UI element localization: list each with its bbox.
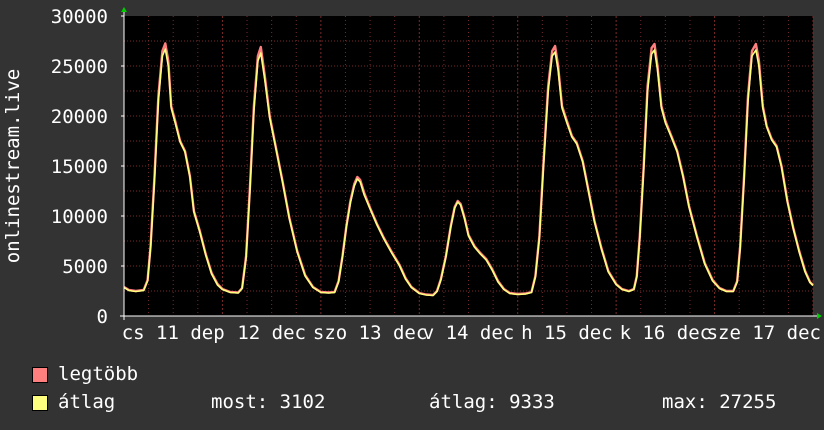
legend-max-swatch bbox=[32, 367, 48, 383]
y-axis-arrow bbox=[121, 7, 127, 12]
y-tick-label: 15000 bbox=[51, 156, 108, 178]
x-tick-label: szo 13 dec bbox=[313, 322, 427, 344]
legend-now-value: most: 3102 bbox=[211, 391, 326, 413]
x-tick-label: cs 11 dep bbox=[122, 322, 225, 344]
y-tick-label: 10000 bbox=[51, 206, 108, 228]
legend-avg-label: átlag bbox=[58, 391, 116, 413]
y-tick-label: 0 bbox=[97, 306, 108, 328]
x-tick-label: k 16 dec bbox=[620, 322, 712, 344]
traffic-chart: 0 5000 10000 15000 20000 25000 30000 cs 11 dep 1… bbox=[2, 6, 822, 344]
y-axis-label: onlinestream.live bbox=[2, 69, 24, 263]
x-tick-label: 12 dec bbox=[237, 322, 306, 344]
x-axis-arrow bbox=[817, 313, 822, 319]
legend-max-value: max: 27255 bbox=[662, 391, 777, 413]
x-tick-label: h 15 dec bbox=[521, 322, 613, 344]
y-tick-label: 20000 bbox=[51, 106, 108, 128]
y-tick-label: 5000 bbox=[62, 256, 108, 278]
y-tick-label: 30000 bbox=[51, 6, 108, 28]
x-tick-label: v 14 dec bbox=[423, 322, 515, 344]
legend-avg-swatch bbox=[32, 395, 48, 411]
legend-max-label: legtöbb bbox=[58, 363, 139, 385]
y-tick-label: 25000 bbox=[51, 56, 108, 78]
x-tick-label: sze 17 dec bbox=[707, 322, 821, 344]
legend-avg-value: átlag: 9333 bbox=[429, 391, 555, 413]
